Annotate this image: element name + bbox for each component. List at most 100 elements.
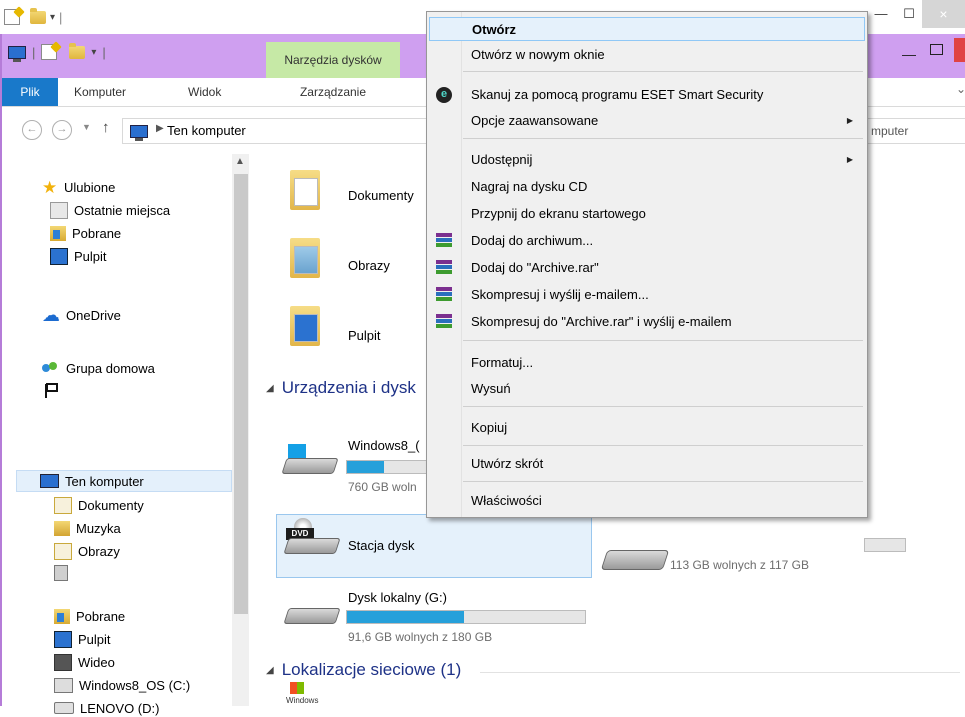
nav-item-pictures[interactable]: Obrazy	[54, 542, 120, 560]
recent-locations-icon[interactable]: ▼	[82, 122, 91, 132]
nav-item-drive-c[interactable]: Windows8_OS (C:)	[54, 676, 190, 694]
nav-label: Muzyka	[76, 520, 121, 536]
menu-item-eject[interactable]: Wysuń	[429, 377, 865, 401]
wmp-label: Windows	[286, 696, 319, 705]
menu-label: Utwórz skrót	[471, 456, 544, 471]
nav-label: Ten komputer	[65, 473, 144, 489]
properties-icon[interactable]	[4, 9, 20, 25]
nav-item-homegroup[interactable]: Grupa domowa	[42, 359, 155, 377]
new-folder-icon[interactable]	[69, 42, 86, 59]
nav-item-device[interactable]	[54, 564, 68, 582]
tab-computer[interactable]: Komputer	[74, 78, 154, 106]
menu-item-pin-start[interactable]: Przypnij do ekranu startowego	[429, 202, 865, 226]
menu-label: Skanuj za pomocą programu ESET Smart Sec…	[471, 87, 764, 102]
scroll-up-icon[interactable]: ▲	[235, 156, 245, 167]
scrollbar-thumb[interactable]	[234, 174, 248, 614]
close-button[interactable]: ×	[922, 0, 965, 28]
nav-label: OneDrive	[66, 307, 121, 323]
menu-item-advanced-options[interactable]: Opcje zaawansowane ▶	[429, 109, 865, 133]
collapse-icon[interactable]: ◢	[266, 665, 274, 676]
menu-item-create-shortcut[interactable]: Utwórz skrót	[429, 452, 865, 476]
onedrive-icon: ☁	[42, 304, 60, 325]
menu-item-open-new-window[interactable]: Otwórz w nowym oknie	[429, 43, 865, 67]
drive-usage-bar	[864, 538, 906, 552]
collapse-icon[interactable]: ◢	[266, 383, 274, 394]
nav-label: Ulubione	[64, 179, 116, 195]
divider: |	[59, 9, 63, 25]
menu-separator	[463, 481, 863, 482]
chevron-down-icon[interactable]: ▾	[50, 12, 55, 23]
close-button[interactable]	[954, 38, 965, 62]
winrar-icon	[436, 314, 452, 330]
expand-ribbon-icon[interactable]: ⌄	[956, 82, 965, 96]
chevron-down-icon[interactable]: ▾	[91, 47, 96, 58]
section-header-devices[interactable]: ◢ Urządzenia i dysk	[266, 378, 416, 398]
nav-item-this-pc[interactable]: Ten komputer	[40, 472, 144, 490]
section-header-network[interactable]: ◢ Lokalizacje sieciowe (1)	[266, 660, 461, 680]
nav-item-desktop-2[interactable]: Pulpit	[54, 630, 111, 648]
nav-item-desktop[interactable]: Pulpit	[50, 247, 107, 265]
menu-item-share[interactable]: Udostępnij ▶	[429, 148, 865, 172]
divider: |	[32, 44, 36, 60]
quick-access-toolbar: | ▾ |	[8, 42, 106, 62]
dvd-drive-icon[interactable]: DVD	[282, 518, 341, 554]
drive-icon	[54, 702, 74, 714]
new-folder-icon[interactable]	[30, 7, 46, 24]
music-icon	[54, 520, 70, 536]
maximize-button[interactable]: ☐	[896, 3, 922, 25]
divider	[480, 672, 960, 673]
folder-name[interactable]: Pulpit	[348, 328, 381, 343]
back-button[interactable]: ←	[22, 120, 42, 140]
computer-icon	[8, 45, 26, 62]
nav-item-videos[interactable]: Wideo	[54, 653, 115, 671]
folder-name[interactable]: Obrazy	[348, 258, 390, 273]
drive-name[interactable]: Windows8_(	[348, 438, 420, 453]
tab-view[interactable]: Widok	[188, 78, 238, 106]
local-drive-icon[interactable]	[282, 594, 341, 628]
menu-item-add-archive[interactable]: Dodaj do archiwum...	[429, 229, 865, 253]
menu-item-copy[interactable]: Kopiuj	[429, 416, 865, 440]
menu-item-compress-rar-email[interactable]: Skompresuj do "Archive.rar" i wyślij e-m…	[429, 310, 865, 334]
menu-item-open[interactable]: Otwórz	[429, 17, 865, 41]
forward-button[interactable]: →	[52, 120, 72, 140]
menu-item-add-archive-rar[interactable]: Dodaj do "Archive.rar"	[429, 256, 865, 280]
menu-item-eset-scan[interactable]: e Skanuj za pomocą programu ESET Smart S…	[429, 83, 865, 107]
nav-item-recent[interactable]: Ostatnie miejsca	[50, 201, 170, 219]
tab-manage[interactable]: Zarządzanie	[266, 78, 400, 106]
minimize-button[interactable]: —	[902, 46, 916, 62]
properties-icon[interactable]	[41, 44, 58, 60]
winrar-icon	[436, 287, 452, 303]
drive-name[interactable]: Dysk lokalny (G:)	[348, 590, 447, 605]
drive-name[interactable]: Stacja dysk	[348, 538, 414, 553]
up-button[interactable]: ↑	[102, 119, 110, 136]
menu-item-format[interactable]: Formatuj...	[429, 351, 865, 375]
nav-item-downloads-2[interactable]: Pobrane	[54, 607, 125, 625]
maximize-button[interactable]	[930, 44, 943, 55]
nav-item-documents[interactable]: Dokumenty	[54, 496, 144, 514]
nav-item-downloads[interactable]: Pobrane	[50, 224, 121, 242]
nav-item-drive-d[interactable]: LENOVO (D:)	[54, 699, 159, 717]
windows-media-player-icon[interactable]: Windows	[286, 682, 318, 706]
menu-item-properties[interactable]: Właściwości	[429, 489, 865, 513]
homegroup-icon	[42, 360, 60, 376]
menu-item-burn-cd[interactable]: Nagraj na dysku CD	[429, 175, 865, 199]
breadcrumb[interactable]: Ten komputer	[167, 123, 246, 138]
minimize-button[interactable]: —	[868, 3, 894, 25]
nav-label: Windows8_OS (C:)	[79, 677, 191, 693]
tab-file[interactable]: Plik	[2, 78, 58, 106]
windows-drive-icon[interactable]	[280, 444, 339, 478]
submenu-arrow-icon: ▶	[846, 116, 853, 125]
pictures-folder-icon[interactable]	[286, 236, 322, 280]
nav-item-favorites[interactable]: ★ Ulubione	[42, 178, 115, 196]
drive-icon[interactable]	[600, 550, 670, 570]
nav-item-onedrive[interactable]: ☁ OneDrive	[42, 306, 121, 324]
star-icon: ★	[42, 177, 58, 197]
menu-separator	[463, 71, 863, 72]
folder-name[interactable]: Dokumenty	[348, 188, 414, 203]
nav-item-music[interactable]: Muzyka	[54, 519, 121, 537]
menu-item-compress-email[interactable]: Skompresuj i wyślij e-mailem...	[429, 283, 865, 307]
desktop-folder-icon[interactable]	[286, 304, 322, 348]
chevron-right-icon[interactable]: ▶	[156, 123, 164, 134]
documents-folder-icon[interactable]	[286, 168, 322, 212]
nav-label: Pulpit	[78, 631, 111, 647]
